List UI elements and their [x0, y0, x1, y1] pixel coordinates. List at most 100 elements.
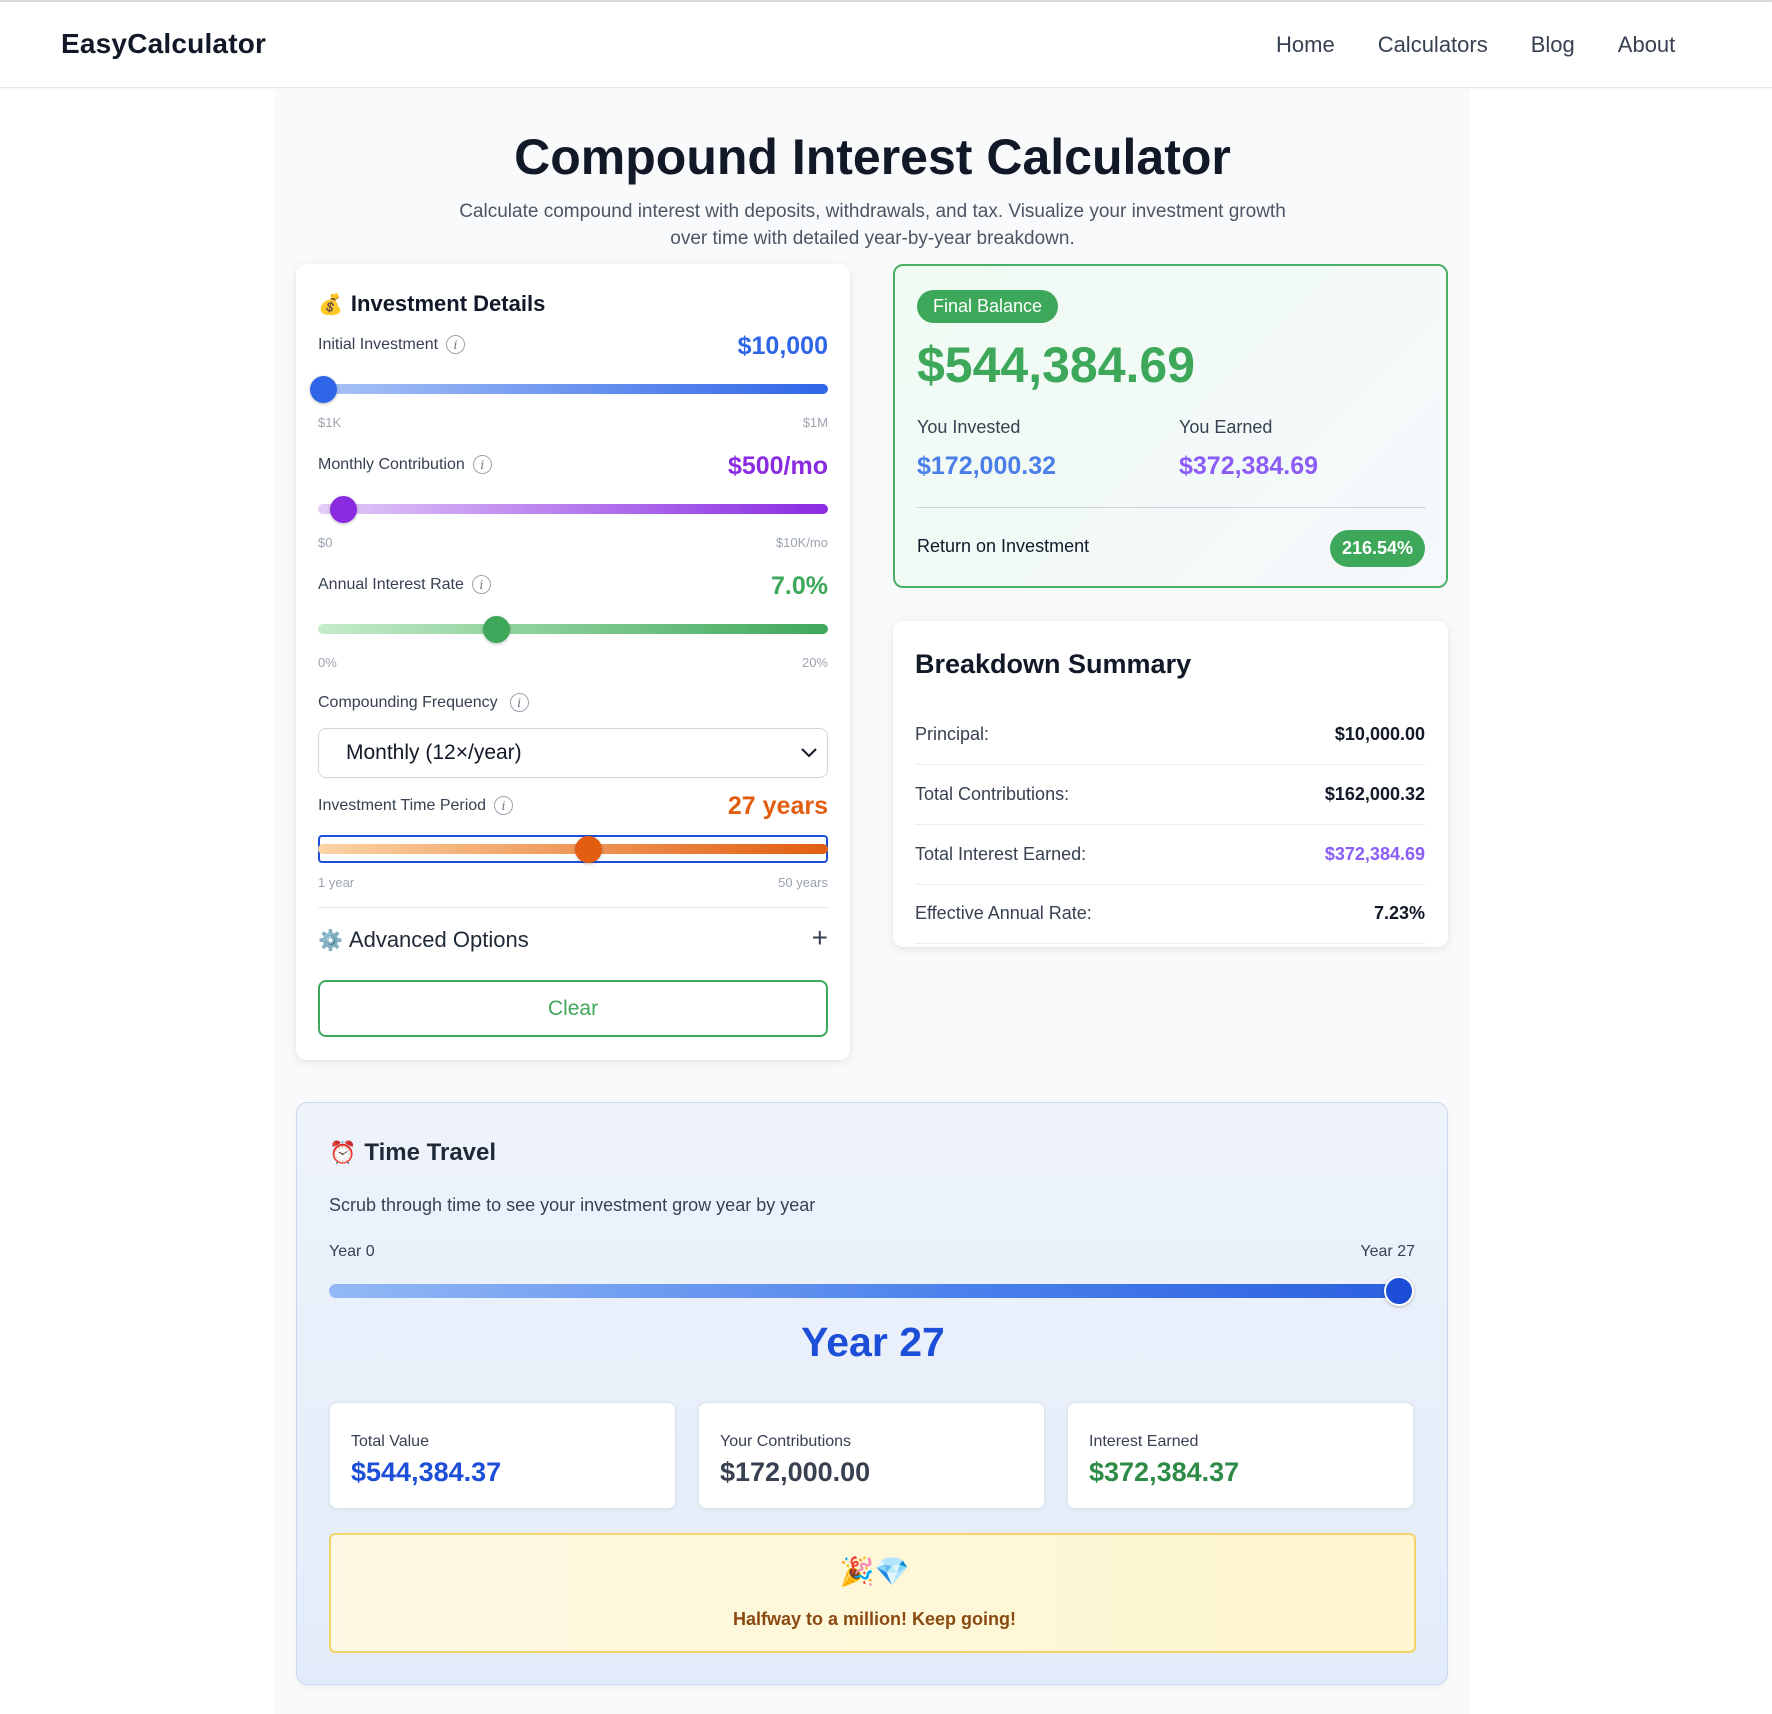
breakdown-value: 7.23% — [1373, 903, 1425, 923]
brand-logo[interactable]: EasyCalculator — [61, 28, 266, 60]
interest-rate-label: Annual Interest Rate i — [318, 575, 491, 594]
nav-home-link[interactable]: Home — [1276, 32, 1335, 58]
time-travel-card: ⏰ Time Travel Scrub through time to see … — [296, 1102, 1448, 1685]
monthly-contribution-min: $0 — [318, 535, 333, 550]
money-bag-icon: 💰 — [318, 293, 343, 316]
milestone-banner: 🎉💎 Halfway to a million! Keep going! — [329, 1533, 1416, 1653]
page-title: Compound Interest Calculator — [514, 129, 1231, 185]
compounding-frequency-label-text: Compounding Frequency — [318, 693, 498, 711]
monthly-contribution-label: Monthly Contribution i — [318, 455, 492, 474]
investment-details-card: 💰 Investment Details Initial Investment … — [296, 264, 850, 1060]
monthly-contribution-slider-track[interactable] — [318, 504, 828, 514]
info-icon[interactable]: i — [472, 455, 492, 474]
breakdown-row-principal: Principal: $10,000.00 — [915, 705, 1425, 765]
interest-rate-max: 20% — [801, 655, 828, 670]
compounding-frequency-label: Compounding Frequency i — [318, 693, 529, 712]
interest-rate-slider-track[interactable] — [318, 624, 828, 634]
time-period-slider-thumb[interactable] — [574, 836, 602, 863]
monthly-contribution-max: $10K/mo — [775, 535, 828, 550]
breakdown-value: $162,000.32 — [1324, 784, 1425, 804]
milestone-message: Halfway to a million! Keep going! — [732, 1609, 1017, 1629]
investment-details-heading: Investment Details — [350, 291, 546, 316]
final-balance-badge: Final Balance — [917, 290, 1059, 323]
monthly-contribution-value: $500/mo — [727, 452, 828, 480]
roi-label: Return on Investment — [917, 536, 1090, 556]
breakdown-row-interest: Total Interest Earned: $372,384.69 — [915, 825, 1425, 885]
time-travel-slider-track[interactable] — [329, 1284, 1399, 1298]
interest-earned-card: Interest Earned $372,384.37 — [1067, 1402, 1414, 1509]
gear-icon: ⚙️ — [318, 929, 343, 952]
info-icon[interactable]: i — [509, 693, 529, 712]
plus-icon[interactable]: + — [812, 922, 828, 954]
you-invested-label: You Invested — [917, 417, 1021, 437]
breakdown-value: $10,000.00 — [1334, 724, 1425, 744]
interest-earned-amount: $372,384.37 — [1089, 1457, 1240, 1487]
interest-rate-value: 7.0% — [771, 572, 828, 600]
chevron-down-icon — [801, 748, 817, 758]
total-value-amount: $544,384.37 — [351, 1457, 502, 1487]
interest-rate-slider-thumb[interactable] — [483, 616, 510, 643]
page-subtitle: Calculate compound interest with deposit… — [425, 198, 1320, 252]
you-earned-value: $372,384.69 — [1179, 452, 1319, 480]
nav-calculators-link[interactable]: Calculators — [1378, 32, 1488, 58]
page-subtitle-line-2: over time with detailed year-by-year bre… — [670, 228, 1075, 249]
divider — [318, 907, 828, 908]
navbar: EasyCalculator Home Calculators Blog Abo… — [0, 2, 1772, 88]
time-period-slider-track[interactable] — [318, 844, 828, 854]
you-invested-value: $172,000.32 — [917, 452, 1057, 480]
final-balance-card: Final Balance $544,384.69 You Invested $… — [893, 264, 1448, 588]
roi-badge: 216.54% — [1329, 530, 1425, 567]
nav-blog-link[interactable]: Blog — [1531, 32, 1575, 58]
time-travel-end-label: Year 27 — [1360, 1243, 1415, 1260]
party-diamond-icon: 🎉💎 — [839, 1556, 910, 1587]
monthly-contribution-slider-thumb[interactable] — [330, 496, 357, 523]
advanced-options-toggle[interactable]: ⚙️ Advanced Options — [318, 927, 529, 953]
info-icon[interactable]: i — [471, 575, 491, 594]
breakdown-row-contributions: Total Contributions: $162,000.32 — [915, 765, 1425, 825]
interest-earned-label: Interest Earned — [1089, 1433, 1199, 1450]
nav-about-link[interactable]: About — [1618, 32, 1676, 58]
interest-rate-min: 0% — [318, 655, 337, 670]
breakdown-summary-title: Breakdown Summary — [915, 649, 1192, 679]
total-value-card: Total Value $544,384.37 — [329, 1402, 676, 1509]
breakdown-label: Total Contributions: — [915, 784, 1070, 804]
breakdown-label: Total Interest Earned: — [915, 844, 1087, 864]
final-balance-amount: $544,384.69 — [917, 337, 1196, 393]
info-icon[interactable]: i — [494, 796, 514, 815]
initial-investment-label-text: Initial Investment — [318, 335, 439, 353]
your-contributions-amount: $172,000.00 — [720, 1457, 871, 1487]
alarm-clock-icon: ⏰ — [329, 1140, 357, 1165]
your-contributions-label: Your Contributions — [720, 1433, 852, 1450]
breakdown-label: Effective Annual Rate: — [915, 903, 1092, 923]
page-subtitle-line-1: Calculate compound interest with deposit… — [459, 201, 1286, 222]
time-travel-title: ⏰ Time Travel — [329, 1139, 496, 1167]
compounding-frequency-select[interactable]: Monthly (12×/year) — [318, 728, 828, 778]
time-travel-current-year: Year 27 — [801, 1319, 945, 1365]
you-earned-label: You Earned — [1179, 417, 1273, 437]
nav-links: Home Calculators Blog About — [1276, 32, 1718, 58]
breakdown-row-effective-rate: Effective Annual Rate: 7.23% — [915, 884, 1425, 944]
time-period-label: Investment Time Period i — [318, 796, 514, 815]
interest-rate-label-text: Annual Interest Rate — [318, 575, 464, 593]
time-period-min: 1 year — [318, 875, 355, 890]
time-travel-start-label: Year 0 — [329, 1243, 375, 1260]
info-icon[interactable]: i — [446, 335, 466, 354]
breakdown-label: Principal: — [915, 724, 990, 744]
time-travel-heading: Time Travel — [364, 1139, 497, 1166]
advanced-options-label: Advanced Options — [348, 927, 529, 952]
investment-details-title: 💰 Investment Details — [318, 291, 545, 317]
time-travel-slider-thumb[interactable] — [1384, 1276, 1414, 1306]
breakdown-summary-card: Breakdown Summary Principal: $10,000.00 … — [893, 621, 1448, 947]
time-travel-subtitle: Scrub through time to see your investmen… — [329, 1195, 816, 1215]
time-period-value: 27 years — [727, 792, 828, 820]
your-contributions-card: Your Contributions $172,000.00 — [698, 1402, 1045, 1509]
initial-investment-slider-thumb[interactable] — [309, 376, 337, 403]
divider — [917, 507, 1426, 508]
clear-button[interactable]: Clear — [318, 980, 828, 1037]
initial-investment-label: Initial Investment i — [318, 335, 466, 354]
time-period-label-text: Investment Time Period — [318, 796, 487, 814]
time-period-max: 50 years — [778, 875, 828, 890]
initial-investment-max: $1M — [802, 415, 828, 430]
initial-investment-slider-track[interactable] — [318, 384, 828, 394]
initial-investment-value: $10,000 — [737, 332, 828, 360]
